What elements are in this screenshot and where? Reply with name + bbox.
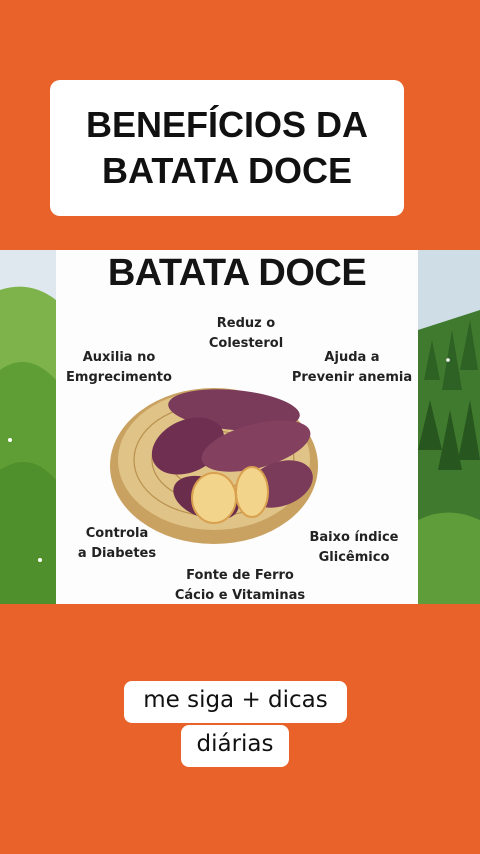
benefit-ferro-line2: Cácio e Vitaminas: [174, 588, 306, 603]
cta-line-2: diárias: [181, 725, 289, 767]
benefit-indice-glicemico: Baixo índice Glicêmico: [302, 528, 406, 568]
benefit-emagrecimento-line1: Auxilia no: [82, 350, 156, 365]
benefit-diabetes: Controla a Diabetes: [72, 524, 162, 564]
benefit-colesterol-line1: Reduz o: [216, 316, 276, 331]
benefit-anemia-line2: Prevenir anemia: [291, 370, 413, 385]
title-line-2: BATATA DOCE: [102, 150, 352, 191]
benefit-emagrecimento: Auxilia no Emgrecimento: [64, 348, 174, 388]
benefit-ferro: Fonte de Ferro Cácio e Vitaminas: [172, 566, 308, 604]
benefit-glicemico-line1: Baixo índice: [309, 530, 399, 545]
benefit-anemia: Ajuda a Prevenir anemia: [288, 348, 416, 388]
follow-cta: me siga + dicas diárias: [124, 681, 347, 767]
benefit-glicemico-line2: Glicêmico: [318, 550, 390, 565]
benefit-anemia-line1: Ajuda a: [324, 350, 380, 365]
benefit-ferro-line1: Fonte de Ferro: [186, 568, 294, 583]
benefit-colesterol-line2: Colesterol: [208, 336, 284, 351]
benefits-card: BATATA DOCE Reduz o Colesterol Auxilia n…: [56, 250, 418, 604]
title-card: BENEFÍCIOS DA BATATA DOCE: [50, 80, 404, 216]
title-line-1: BENEFÍCIOS DA: [85, 104, 369, 145]
infographic-image: BATATA DOCE Reduz o Colesterol Auxilia n…: [0, 250, 480, 604]
benefit-colesterol: Reduz o Colesterol: [196, 314, 296, 354]
cta-line-1: me siga + dicas: [124, 681, 347, 723]
benefit-diabetes-line2: a Diabetes: [77, 546, 157, 561]
meadow-left-image: [0, 250, 56, 604]
forest-right-image: [418, 250, 480, 604]
benefit-diabetes-line1: Controla: [85, 526, 149, 541]
benefit-emagrecimento-line2: Emgrecimento: [66, 370, 172, 385]
